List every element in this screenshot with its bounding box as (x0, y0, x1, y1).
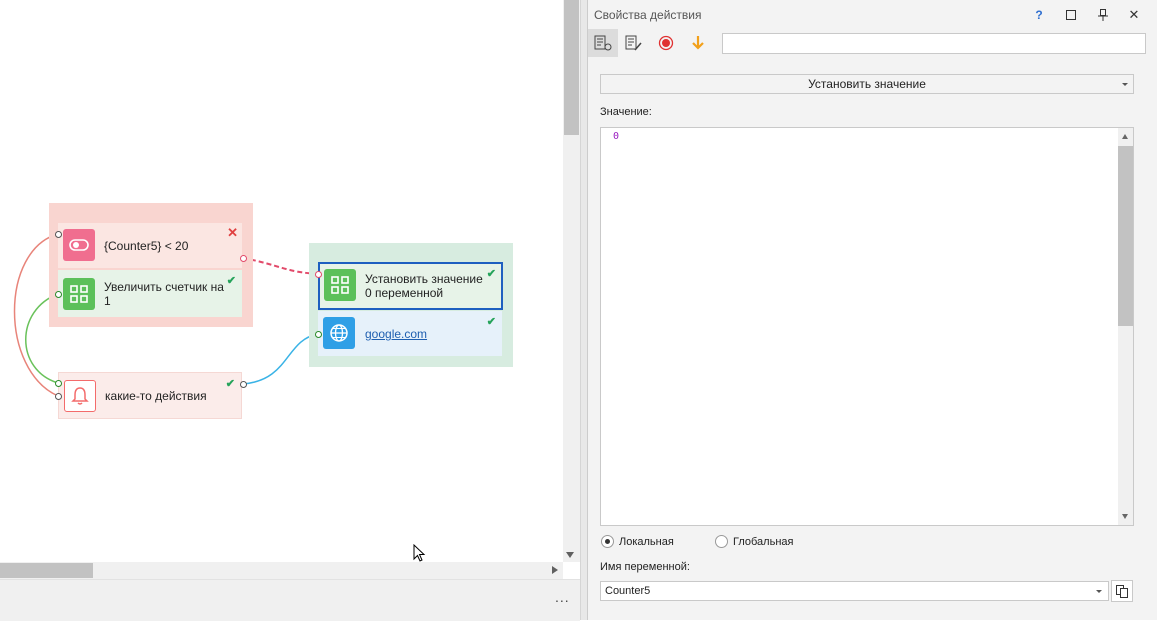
scope-global-label: Глобальная (733, 535, 794, 548)
edit-notes-icon (625, 35, 642, 51)
notes-button[interactable] (619, 29, 649, 57)
variable-name-label: Имя переменной: (600, 561, 690, 573)
more-options-button[interactable]: ... (555, 589, 570, 605)
scroll-down-arrow-icon[interactable] (1122, 514, 1128, 519)
node-increment-line1: Увеличить счетчик на (104, 280, 224, 294)
copy-variable-button[interactable] (1111, 580, 1133, 602)
action-properties-panel: Свойства действия ? ✕ Установить значени… (587, 0, 1157, 620)
port-out[interactable] (240, 381, 247, 388)
workflow-canvas[interactable]: {Counter5} < 20 ✕ Увеличить счетчик на 1… (0, 0, 563, 562)
record-button[interactable] (651, 29, 681, 57)
port-out[interactable] (315, 331, 322, 338)
success-check-icon: ✔ (486, 268, 496, 280)
canvas-vertical-scrollbar[interactable] (563, 0, 580, 562)
panel-toolbar (588, 28, 1157, 58)
value-label: Значение: (600, 106, 652, 118)
node-condition[interactable]: {Counter5} < 20 ✕ (58, 223, 242, 268)
success-check-icon: ✔ (225, 378, 235, 390)
scope-global-radio[interactable]: Глобальная (715, 535, 793, 548)
mouse-cursor-icon (413, 544, 426, 562)
action-type-select[interactable]: Установить значение (600, 74, 1134, 94)
maximize-button[interactable] (1062, 6, 1080, 24)
grid-icon (63, 278, 95, 310)
close-button[interactable]: ✕ (1125, 6, 1143, 24)
port-out[interactable] (240, 255, 247, 262)
scope-local-label: Локальная (619, 535, 674, 548)
scroll-thumb[interactable] (0, 563, 93, 578)
node-condition-label: {Counter5} < 20 (104, 239, 189, 253)
move-down-button[interactable] (683, 29, 713, 57)
panel-title: Свойства действия (594, 8, 702, 22)
scroll-down-arrow-icon[interactable] (566, 552, 574, 558)
grid-icon (324, 269, 356, 301)
node-google[interactable]: google.com ✔ (318, 311, 502, 356)
bell-icon (64, 380, 96, 412)
help-button[interactable]: ? (1030, 6, 1048, 24)
scroll-up-arrow-icon[interactable] (1122, 134, 1128, 139)
success-check-icon: ✔ (486, 316, 496, 328)
arrow-down-icon (692, 36, 704, 50)
port-in[interactable] (315, 271, 322, 278)
canvas-horizontal-scrollbar[interactable] (0, 562, 563, 579)
port-in[interactable] (55, 380, 62, 387)
pin-icon (1098, 9, 1108, 21)
properties-icon (594, 35, 612, 51)
radio-checked-icon (601, 535, 614, 548)
value-text: 0 (613, 131, 620, 142)
chevron-down-icon (1096, 590, 1102, 593)
record-icon (658, 35, 674, 51)
toolbar-search-input[interactable] (722, 33, 1146, 54)
node-increment-line2: 1 (104, 294, 111, 308)
connection-google-to-actions (242, 333, 319, 385)
pin-button[interactable] (1094, 6, 1112, 24)
canvas-status-strip (0, 579, 580, 621)
node-set-value-line2: 0 переменной (365, 286, 444, 300)
chevron-down-icon (1122, 83, 1128, 86)
node-set-value[interactable]: Установить значение 0 переменной ✔ (318, 262, 503, 310)
scope-local-radio[interactable]: Локальная (601, 535, 674, 548)
value-textarea[interactable]: 0 (600, 127, 1134, 526)
globe-icon (323, 317, 355, 349)
scroll-right-arrow-icon[interactable] (552, 566, 558, 574)
scroll-thumb[interactable] (564, 0, 579, 135)
scroll-thumb[interactable] (1118, 146, 1133, 326)
node-google-link[interactable]: google.com (365, 327, 427, 341)
properties-tab-button[interactable] (588, 29, 618, 57)
connection-condition-to-set (242, 257, 319, 275)
panel-splitter[interactable] (580, 0, 587, 620)
maximize-icon (1066, 10, 1076, 20)
toggle-icon (63, 229, 95, 261)
port-in[interactable] (55, 231, 62, 238)
action-type-value: Установить значение (808, 77, 926, 91)
port-out[interactable] (55, 393, 62, 400)
variable-name-value: Counter5 (605, 585, 651, 597)
error-icon: ✕ (227, 225, 238, 240)
copy-icon (1116, 584, 1128, 598)
success-check-icon: ✔ (226, 275, 236, 287)
node-increment[interactable]: Увеличить счетчик на 1 ✔ (58, 270, 242, 317)
radio-unchecked-icon (715, 535, 728, 548)
node-actions-label: какие-то действия (105, 389, 207, 403)
port-out[interactable] (55, 291, 62, 298)
variable-name-combobox[interactable]: Counter5 (600, 581, 1109, 601)
node-actions[interactable]: какие-то действия ✔ (58, 372, 242, 419)
value-scrollbar[interactable] (1118, 128, 1133, 525)
node-set-value-line1: Установить значение (365, 272, 483, 286)
